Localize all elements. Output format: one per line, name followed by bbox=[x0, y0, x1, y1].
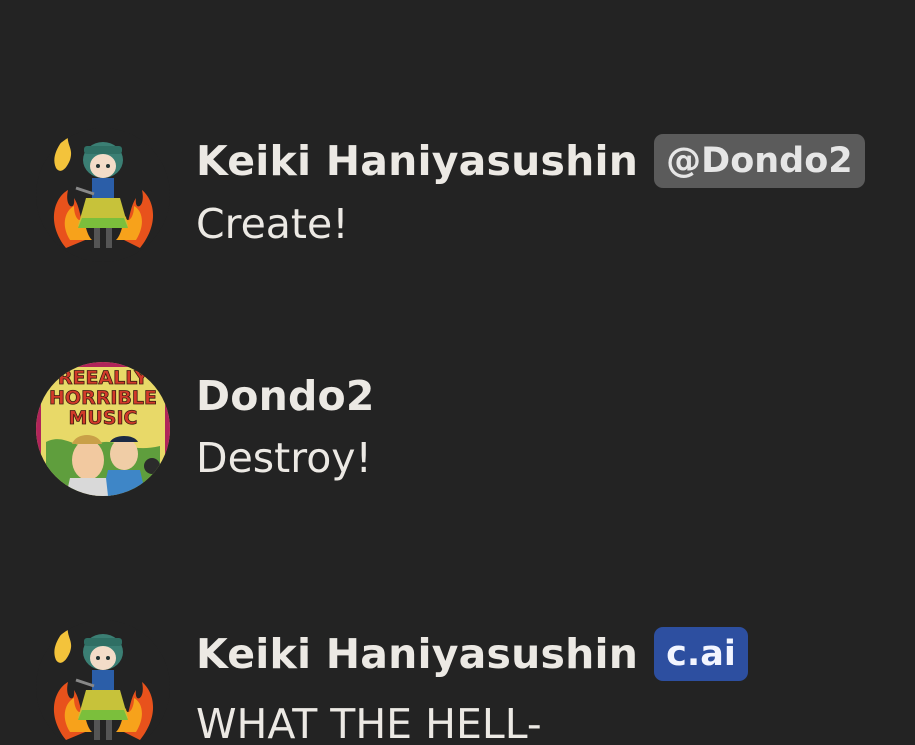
avatar-logo-text: MUSIC bbox=[68, 407, 137, 429]
user-handle-badge: @Dondo2 bbox=[654, 134, 865, 188]
message-header: Dondo2 bbox=[196, 368, 375, 424]
keiki-avatar-image bbox=[36, 128, 170, 262]
really-horrible-music-avatar-image: REEALLY HORRIBLE MUSIC bbox=[36, 362, 170, 496]
chat-message: Keiki Haniyasushin c.ai WHAT THE HELL- bbox=[0, 620, 915, 745]
keiki-avatar-image bbox=[36, 620, 170, 745]
avatar-logo-text: HORRIBLE bbox=[49, 387, 157, 409]
avatar[interactable] bbox=[36, 620, 170, 745]
author-name[interactable]: Keiki Haniyasushin bbox=[196, 137, 638, 185]
message-text: WHAT THE HELL- bbox=[196, 700, 542, 745]
message-text: Create! bbox=[196, 200, 349, 248]
message-text: Destroy! bbox=[196, 434, 372, 482]
chat-message: REEALLY HORRIBLE MUSIC Dondo2 Destroy! bbox=[0, 362, 915, 502]
author-name[interactable]: Keiki Haniyasushin bbox=[196, 630, 638, 678]
avatar[interactable]: REEALLY HORRIBLE MUSIC bbox=[36, 362, 170, 496]
chat-message: Keiki Haniyasushin @Dondo2 Create! bbox=[0, 128, 915, 268]
ai-badge: c.ai bbox=[654, 627, 748, 681]
message-header: Keiki Haniyasushin c.ai bbox=[196, 626, 748, 682]
avatar-logo-text: REEALLY bbox=[58, 367, 149, 389]
avatar[interactable] bbox=[36, 128, 170, 262]
author-name[interactable]: Dondo2 bbox=[196, 372, 375, 420]
message-header: Keiki Haniyasushin @Dondo2 bbox=[196, 133, 865, 189]
chat-log: Keiki Haniyasushin @Dondo2 Create! REEAL… bbox=[0, 0, 915, 745]
